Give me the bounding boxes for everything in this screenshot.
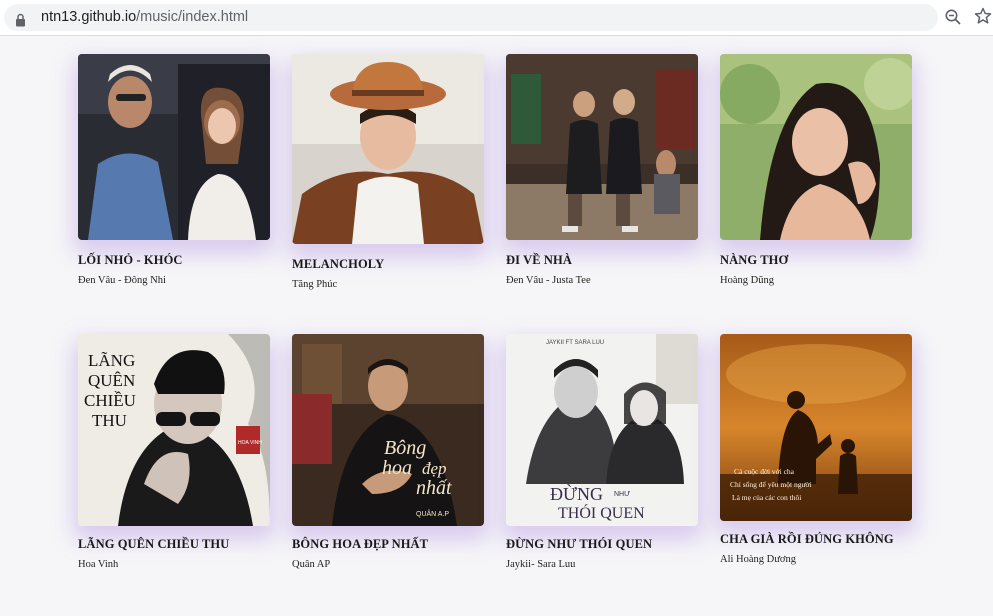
browser-toolbar: ntn13.github.io/music/index.html <box>0 0 993 36</box>
song-artist: Ali Hoàng Dương <box>720 554 796 565</box>
album-cover[interactable] <box>78 54 270 240</box>
album-cover[interactable]: LÃNG QUÊN CHIỀU THU HOA VINH <box>78 334 270 526</box>
song-artist: Đen Vâu - Đông Nhi <box>78 275 166 286</box>
address-bar[interactable]: ntn13.github.io/music/index.html <box>4 4 938 31</box>
album-art-text: LÃNG <box>88 351 135 370</box>
song-title[interactable]: CHA GIÀ RỒI ĐÚNG KHÔNG <box>720 532 894 547</box>
album-art-text: hoa <box>382 457 412 479</box>
song-artist: Jaykii- Sara Luu <box>506 559 576 570</box>
song-title[interactable]: LỐI NHỎ - KHÓC <box>78 253 183 268</box>
song-title[interactable]: ĐI VỀ NHÀ <box>506 253 572 268</box>
album-cover[interactable]: Bông hoa đẹp nhất QUÂN A.P <box>292 334 484 526</box>
album-art-text: QUÂN A.P <box>416 509 449 518</box>
album-art-text: nhất <box>416 477 452 499</box>
album-cover[interactable]: Cả cuộc đời với cha Chỉ sống để yêu một … <box>720 334 912 521</box>
album-art-text: Cả cuộc đời với cha <box>734 467 795 476</box>
url-path: /music/index.html <box>136 9 249 25</box>
song-title[interactable]: LÃNG QUÊN CHIỀU THU <box>78 537 229 552</box>
song-title[interactable]: NÀNG THƠ <box>720 253 788 268</box>
song-artist: Đen Vâu - Justa Tee <box>506 275 591 286</box>
song-artist: Tăng Phúc <box>292 279 338 290</box>
album-art-stamp: HOA VINH <box>238 440 262 446</box>
url-host: ntn13.github.io <box>41 9 137 25</box>
song-title[interactable]: BÔNG HOA ĐẸP NHẤT <box>292 537 428 552</box>
song-artist: Hoàng Dũng <box>720 275 774 286</box>
album-art-text: ĐỪNG <box>550 483 603 504</box>
album-cover[interactable] <box>720 54 912 240</box>
album-art-text: Chỉ sống để yêu một người <box>730 480 812 489</box>
album-art-text: NHƯ <box>614 491 630 498</box>
lock-icon[interactable] <box>15 13 26 27</box>
song-artist: Quân AP <box>292 559 331 570</box>
album-cover[interactable] <box>506 54 698 240</box>
album-art-text: JAYKII FT SARA LUU <box>546 340 604 346</box>
song-artist: Hoa Vinh <box>78 559 119 570</box>
album-art-text: đẹp <box>422 459 447 478</box>
bookmark-star-icon[interactable] <box>974 7 992 25</box>
album-art-text: Là mẹ của các con thôi <box>732 493 801 502</box>
album-cover[interactable]: JAYKII FT SARA LUU ĐỪNG NHƯ THÓI QUEN <box>506 334 698 526</box>
album-art-text: CHIỀU <box>84 391 136 410</box>
zoom-out-icon[interactable] <box>944 8 962 26</box>
album-cover[interactable] <box>292 54 484 244</box>
song-title[interactable]: ĐỪNG NHƯ THÓI QUEN <box>506 537 652 552</box>
url-text[interactable]: ntn13.github.io/music/index.html <box>41 9 248 25</box>
album-art-text: THU <box>92 411 127 430</box>
song-title[interactable]: MELANCHOLY <box>292 257 384 272</box>
album-art-text: QUÊN <box>88 371 135 390</box>
album-art-text: THÓI QUEN <box>558 503 645 522</box>
album-art-text: Bông <box>384 437 426 459</box>
